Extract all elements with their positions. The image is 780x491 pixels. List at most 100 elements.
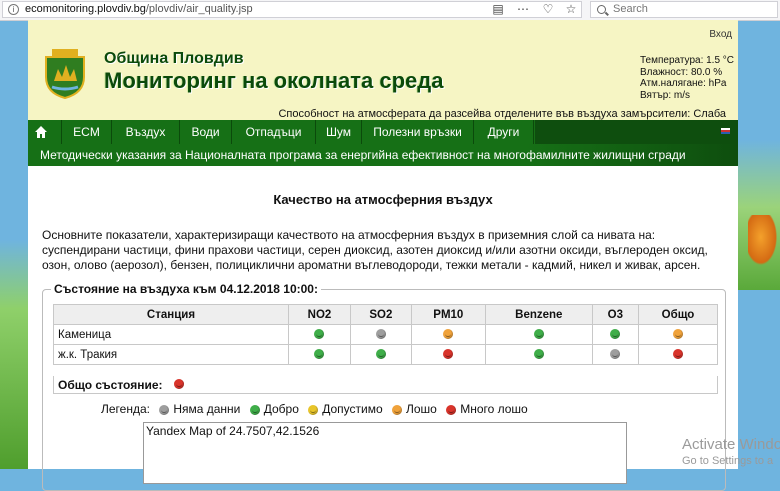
temperature-reading: Температура: 1.5 °C bbox=[640, 55, 735, 66]
legend-item-label: Лошо bbox=[406, 402, 437, 416]
level-cell bbox=[484, 324, 593, 345]
plovdiv-crest-logo bbox=[45, 49, 85, 99]
legend-item-nodata: Няма данни bbox=[159, 402, 240, 416]
table-row: ж.к. Тракия bbox=[53, 344, 719, 365]
column-header-pm10: PM10 bbox=[410, 304, 486, 325]
table-header-row: Станция NO2 SO2 PM10 Benzene O3 Общо bbox=[53, 304, 719, 325]
nav-item-noise[interactable]: Шум bbox=[316, 120, 362, 144]
login-link[interactable]: Вход bbox=[709, 29, 732, 40]
level-cell bbox=[349, 344, 412, 365]
legend-label: Легенда: bbox=[101, 402, 150, 416]
main-nav: ECM Въздух Води Отпадъци Шум Полезни връ… bbox=[28, 120, 738, 144]
legend-item-good: Добро bbox=[249, 402, 299, 416]
status-smiley-icon bbox=[533, 329, 544, 340]
overall-status-row: Общо състояние: bbox=[53, 376, 718, 394]
windows-activation-watermark: Activate Windo bbox=[682, 436, 780, 453]
site-info-icon[interactable]: i bbox=[8, 4, 19, 15]
column-header-o3: O3 bbox=[591, 304, 639, 325]
home-icon bbox=[35, 126, 47, 138]
windows-activation-hint: Go to Settings to a bbox=[682, 455, 774, 467]
red-smiley-icon bbox=[446, 404, 457, 415]
map-frame[interactable]: Yandex Map of 24.7507,42.1526 bbox=[143, 422, 627, 484]
pocket-icon[interactable]: ♡ bbox=[541, 2, 555, 16]
background-butterfly bbox=[748, 215, 780, 270]
level-cell bbox=[349, 324, 412, 345]
legend: Легенда: Няма данни Добро Допустимо Лошо… bbox=[101, 402, 528, 416]
announcement-link[interactable]: Методически указания за Националната про… bbox=[40, 144, 686, 166]
status-smiley-icon bbox=[443, 349, 454, 360]
status-smiley-icon bbox=[533, 349, 544, 360]
site-header: Вход Община Пловдив Мониторинг на околна… bbox=[28, 20, 738, 120]
level-cell bbox=[288, 344, 351, 365]
url-domain: ecomonitoring.plovdiv.bg bbox=[25, 3, 146, 15]
gray-smiley-icon bbox=[159, 404, 170, 415]
level-cell bbox=[591, 324, 639, 345]
nav-home[interactable] bbox=[28, 120, 62, 144]
green-smiley-icon bbox=[249, 404, 260, 415]
station-name[interactable]: Каменица bbox=[53, 324, 289, 345]
site-title: Мониторинг на околната среда bbox=[104, 68, 444, 93]
status-smiley-icon bbox=[610, 329, 621, 340]
nav-item-air[interactable]: Въздух bbox=[112, 120, 180, 144]
language-flag-icon[interactable] bbox=[721, 128, 730, 134]
level-cell bbox=[637, 344, 719, 365]
search-icon bbox=[597, 5, 606, 14]
air-status-title: Състояние на въздуха към 04.12.2018 10:0… bbox=[51, 282, 321, 296]
level-cell bbox=[591, 344, 639, 365]
status-smiley-icon bbox=[375, 349, 386, 360]
overall-status-label: Общо състояние: bbox=[58, 378, 163, 392]
orange-smiley-icon bbox=[392, 404, 402, 415]
status-smiley-icon bbox=[610, 349, 621, 360]
level-cell bbox=[410, 324, 486, 345]
bookmark-star-icon[interactable]: ☆ bbox=[564, 2, 578, 16]
legend-item-label: Няма данни bbox=[173, 402, 241, 416]
humidity-reading: Влажност: 80.0 % bbox=[640, 66, 723, 78]
intro-text: Основните показатели, характеризиращи ка… bbox=[42, 228, 708, 272]
map-placeholder-text: Yandex Map of 24.7507,42.1526 bbox=[146, 424, 320, 438]
page-container: Вход Община Пловдив Мониторинг на околна… bbox=[28, 20, 738, 491]
weather-panel: Температура: 1.5 °C Влажност: 80.0 % Атм… bbox=[640, 55, 734, 101]
station-name[interactable]: ж.к. Тракия bbox=[53, 344, 289, 365]
air-quality-table: Станция NO2 SO2 PM10 Benzene O3 Общо Кам… bbox=[53, 304, 719, 365]
page-actions-icon[interactable]: ⋯ bbox=[516, 2, 530, 16]
nav-item-other[interactable]: Други bbox=[474, 120, 534, 144]
column-header-benzene: Benzene bbox=[484, 304, 593, 325]
announcement-bar[interactable]: Методически указания за Националната про… bbox=[28, 144, 738, 166]
nav-item-waste[interactable]: Отпадъци bbox=[232, 120, 316, 144]
nav-item-ecm[interactable]: ECM bbox=[62, 120, 112, 144]
status-smiley-icon bbox=[672, 329, 683, 340]
level-cell bbox=[410, 344, 486, 365]
browser-toolbar: i ecomonitoring.plovdiv.bg/plovdiv/air_q… bbox=[0, 0, 780, 21]
status-smiley-icon bbox=[375, 329, 386, 340]
column-header-no2: NO2 bbox=[288, 304, 351, 325]
nav-item-useful-links[interactable]: Полезни връзки bbox=[362, 120, 474, 144]
legend-item-label: Допустимо bbox=[322, 402, 383, 416]
level-cell bbox=[288, 324, 351, 345]
legend-item-bad: Лошо bbox=[392, 402, 437, 416]
reader-view-icon[interactable]: ▤ bbox=[491, 2, 505, 16]
column-header-total: Общо bbox=[637, 304, 719, 325]
column-header-station: Станция bbox=[53, 304, 289, 325]
air-status-panel: Състояние на въздуха към 04.12.2018 10:0… bbox=[42, 282, 726, 491]
search-input[interactable]: Search bbox=[590, 1, 778, 18]
status-smiley-icon bbox=[443, 329, 454, 340]
pressure-reading: Атм.налягане: hPa bbox=[640, 78, 727, 89]
level-cell bbox=[484, 344, 593, 365]
legend-item-moderate: Допустимо bbox=[308, 402, 383, 416]
status-smiley-icon bbox=[672, 349, 683, 360]
legend-item-label: Добро bbox=[263, 402, 299, 416]
url-path: /plovdiv/air_quality.jsp bbox=[145, 3, 253, 15]
status-smiley-icon bbox=[314, 329, 325, 340]
overall-status-smiley-icon bbox=[174, 379, 184, 389]
municipality-name: Община Пловдив bbox=[104, 50, 244, 67]
wind-reading: Вятър: m/s bbox=[640, 89, 691, 101]
page-title: Качество на атмосферния въздух bbox=[273, 192, 493, 207]
search-placeholder: Search bbox=[613, 3, 648, 15]
nav-item-water[interactable]: Води bbox=[180, 120, 232, 144]
legend-item-very-bad: Много лошо bbox=[446, 402, 528, 416]
status-smiley-icon bbox=[314, 349, 325, 360]
yellow-smiley-icon bbox=[308, 404, 319, 415]
table-row: Каменица bbox=[53, 324, 719, 345]
legend-item-label: Много лошо bbox=[460, 402, 528, 416]
column-header-so2: SO2 bbox=[349, 304, 412, 325]
